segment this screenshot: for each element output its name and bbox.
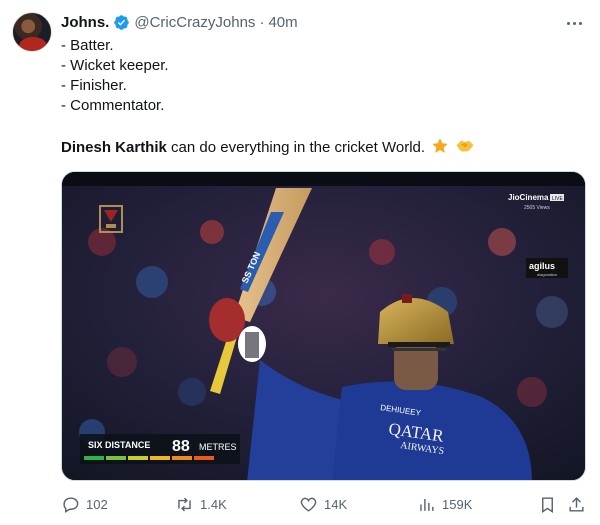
sponsor-logo: agilus xyxy=(529,261,555,271)
share-button[interactable] xyxy=(567,491,586,517)
tweet-line: - Finisher. xyxy=(61,77,127,94)
tweet-text: - Batter. - Wicket keeper. - Finisher. -… xyxy=(61,36,581,157)
tweet-rest-text: can do everything in the cricket World. xyxy=(166,139,426,156)
tweet-highlight-line: Dinesh Karthik can do everything in the … xyxy=(61,137,581,157)
user-handle[interactable]: @CricCrazyJohns xyxy=(134,14,255,31)
star-icon xyxy=(431,137,449,161)
tweet-line: - Wicket keeper. xyxy=(61,57,169,74)
handshake-icon xyxy=(455,137,475,161)
heart-icon xyxy=(300,497,317,512)
like-button[interactable]: 14K xyxy=(299,491,347,517)
live-badge: LIVE xyxy=(552,196,564,202)
six-distance-unit: METRES xyxy=(199,442,237,452)
broadcaster-label: JioCinema xyxy=(508,193,549,202)
tweet-header: Johns. @CricCrazyJohns · 40m xyxy=(61,12,298,32)
reply-icon xyxy=(63,496,79,513)
retweet-count: 1.4K xyxy=(200,496,227,512)
six-distance-graphic: SIX DISTANCE 88 METRES xyxy=(80,434,240,464)
tweet-card[interactable]: Johns. @CricCrazyJohns · 40m - Batter. -… xyxy=(0,0,600,525)
views-button[interactable]: 159K xyxy=(417,491,472,517)
reply-count: 102 xyxy=(86,496,108,512)
bookmark-icon xyxy=(542,496,553,513)
more-options-icon[interactable] xyxy=(564,14,584,32)
analytics-icon xyxy=(420,498,434,511)
bookmark-button[interactable] xyxy=(538,491,557,517)
tweet-line: - Commentator. xyxy=(61,97,165,114)
player-name: Dinesh Karthik xyxy=(61,139,167,156)
display-name[interactable]: Johns. xyxy=(61,14,109,31)
verified-badge-icon xyxy=(113,14,130,31)
share-icon xyxy=(569,496,584,512)
sponsor-sub: diagnostics xyxy=(537,272,557,277)
tweet-actions: 102 1.4K 14K 159K xyxy=(61,491,591,517)
video-frame: JioCinema LIVE 2505 Views agilus diagnos… xyxy=(62,172,585,480)
retweet-icon xyxy=(178,497,191,511)
like-count: 14K xyxy=(324,496,348,512)
avatar[interactable] xyxy=(12,12,52,52)
separator-dot: · xyxy=(259,13,265,31)
reply-button[interactable]: 102 xyxy=(61,491,108,517)
retweet-button[interactable]: 1.4K xyxy=(175,491,227,517)
viewer-count: 2505 Views xyxy=(524,205,550,211)
timestamp[interactable]: 40m xyxy=(268,14,297,31)
view-count: 159K xyxy=(442,496,473,512)
six-distance-label: SIX DISTANCE xyxy=(88,440,150,450)
six-distance-value: 88 xyxy=(172,438,190,455)
tweet-line: - Batter. xyxy=(61,37,114,54)
tweet-media-video[interactable]: JioCinema LIVE 2505 Views agilus diagnos… xyxy=(61,171,586,481)
